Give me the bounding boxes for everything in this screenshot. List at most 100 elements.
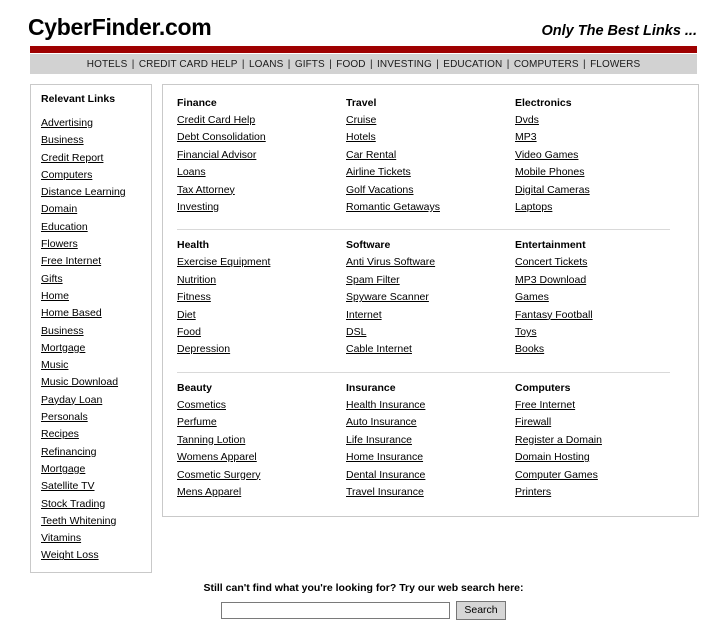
sidebar-item-distance-learning[interactable]: Distance Learning bbox=[41, 186, 126, 198]
category-link-tax-attorney[interactable]: Tax Attorney bbox=[177, 184, 235, 196]
category-link-firewall[interactable]: Firewall bbox=[515, 416, 551, 428]
nav-item-credit-card-help[interactable]: CREDIT CARD HELP bbox=[139, 59, 238, 70]
category-link-loans[interactable]: Loans bbox=[177, 166, 206, 178]
category-link-books[interactable]: Books bbox=[515, 343, 544, 355]
sidebar-item-personals[interactable]: Personals bbox=[41, 411, 88, 423]
nav-item-loans[interactable]: LOANS bbox=[249, 59, 283, 70]
sidebar-item-payday-loan[interactable]: Payday Loan bbox=[41, 394, 102, 406]
category-link-perfume[interactable]: Perfume bbox=[177, 416, 217, 428]
sidebar-item-computers[interactable]: Computers bbox=[41, 169, 92, 181]
category-link-debt-consolidation[interactable]: Debt Consolidation bbox=[177, 131, 266, 143]
category-link-financial-advisor[interactable]: Financial Advisor bbox=[177, 149, 256, 161]
category-link-spam-filter[interactable]: Spam Filter bbox=[346, 274, 400, 286]
category-list-item: Womens Apparel bbox=[177, 448, 336, 465]
category-link-airline-tickets[interactable]: Airline Tickets bbox=[346, 166, 411, 178]
sidebar-item-domain[interactable]: Domain bbox=[41, 203, 77, 215]
sidebar-item-home[interactable]: Home bbox=[41, 290, 69, 302]
sidebar-list-item: Mortgage bbox=[41, 339, 142, 356]
category-link-health-insurance[interactable]: Health Insurance bbox=[346, 399, 425, 411]
category-link-mp3-download[interactable]: MP3 Download bbox=[515, 274, 586, 286]
category-link-cruise[interactable]: Cruise bbox=[346, 114, 376, 126]
category-link-fitness[interactable]: Fitness bbox=[177, 291, 211, 303]
sidebar-item-education[interactable]: Education bbox=[41, 221, 88, 233]
nav-item-flowers[interactable]: FLOWERS bbox=[590, 59, 640, 70]
sidebar-item-recipes[interactable]: Recipes bbox=[41, 428, 79, 440]
category-link-life-insurance[interactable]: Life Insurance bbox=[346, 434, 412, 446]
category-row: Health Exercise Equipment Nutrition Fitness… bbox=[177, 239, 684, 363]
category-link-cosmetics[interactable]: Cosmetics bbox=[177, 399, 226, 411]
category-link-anti-virus-software[interactable]: Anti Virus Software bbox=[346, 256, 435, 268]
sidebar-item-music-download[interactable]: Music Download bbox=[41, 376, 118, 388]
category-link-internet[interactable]: Internet bbox=[346, 309, 382, 321]
category-link-mobile-phones[interactable]: Mobile Phones bbox=[515, 166, 584, 178]
category-link-dvds[interactable]: Dvds bbox=[515, 114, 539, 126]
sidebar-item-mortgage[interactable]: Mortgage bbox=[41, 342, 85, 354]
sidebar-item-music[interactable]: Music bbox=[41, 359, 68, 371]
sidebar-item-refinancing-mortgage[interactable]: Refinancing Mortgage bbox=[41, 446, 96, 475]
category-link-dental-insurance[interactable]: Dental Insurance bbox=[346, 469, 425, 481]
category-link-travel-insurance[interactable]: Travel Insurance bbox=[346, 486, 424, 498]
nav-item-education[interactable]: EDUCATION bbox=[443, 59, 502, 70]
category-link-hotels[interactable]: Hotels bbox=[346, 131, 376, 143]
nav-item-food[interactable]: FOOD bbox=[336, 59, 365, 70]
category-link-laptops[interactable]: Laptops bbox=[515, 201, 552, 213]
sidebar-item-weight-loss[interactable]: Weight Loss bbox=[41, 549, 99, 561]
category-link-womens-apparel[interactable]: Womens Apparel bbox=[177, 451, 257, 463]
nav-item-investing[interactable]: INVESTING bbox=[377, 59, 432, 70]
sidebar-item-gifts[interactable]: Gifts bbox=[41, 273, 63, 285]
category-link-tanning-lotion[interactable]: Tanning Lotion bbox=[177, 434, 245, 446]
nav-item-computers[interactable]: COMPUTERS bbox=[514, 59, 579, 70]
category-link-list: Free Internet Firewall Register a Domain Do… bbox=[515, 396, 674, 500]
category-link-fantasy-football[interactable]: Fantasy Football bbox=[515, 309, 593, 321]
category-link-mp3[interactable]: MP3 bbox=[515, 131, 537, 143]
category-link-register-a-domain[interactable]: Register a Domain bbox=[515, 434, 602, 446]
category-link-digital-cameras[interactable]: Digital Cameras bbox=[515, 184, 590, 196]
nav-item-gifts[interactable]: GIFTS bbox=[295, 59, 325, 70]
category-title: Health bbox=[177, 239, 210, 252]
category-link-auto-insurance[interactable]: Auto Insurance bbox=[346, 416, 417, 428]
category-link-mens-apparel[interactable]: Mens Apparel bbox=[177, 486, 241, 498]
sidebar-item-home-based-business[interactable]: Home Based Business bbox=[41, 307, 102, 336]
category-list-item: Printers bbox=[515, 483, 674, 500]
category-link-domain-hosting[interactable]: Domain Hosting bbox=[515, 451, 590, 463]
category-link-investing[interactable]: Investing bbox=[177, 201, 219, 213]
category-list-item: Diet bbox=[177, 306, 336, 323]
category-link-games[interactable]: Games bbox=[515, 291, 549, 303]
category-link-dsl[interactable]: DSL bbox=[346, 326, 366, 338]
category-link-cable-internet[interactable]: Cable Internet bbox=[346, 343, 412, 355]
category-link-toys[interactable]: Toys bbox=[515, 326, 537, 338]
category-link-nutrition[interactable]: Nutrition bbox=[177, 274, 216, 286]
search-input[interactable] bbox=[221, 601, 451, 619]
category-link-car-rental[interactable]: Car Rental bbox=[346, 149, 396, 161]
nav-separator: | bbox=[433, 58, 442, 70]
category-link-concert-tickets[interactable]: Concert Tickets bbox=[515, 256, 587, 268]
category-link-free-internet[interactable]: Free Internet bbox=[515, 399, 575, 411]
page-body: Relevant Links Advertising Business Credit… bbox=[0, 74, 727, 573]
sidebar-item-flowers[interactable]: Flowers bbox=[41, 238, 78, 250]
category-list-item: Dental Insurance bbox=[346, 466, 505, 483]
sidebar-item-teeth-whitening[interactable]: Teeth Whitening bbox=[41, 515, 116, 527]
category-link-cosmetic-surgery[interactable]: Cosmetic Surgery bbox=[177, 469, 260, 481]
category-link-golf-vacations[interactable]: Golf Vacations bbox=[346, 184, 414, 196]
category-link-printers[interactable]: Printers bbox=[515, 486, 551, 498]
sidebar-item-free-internet[interactable]: Free Internet bbox=[41, 255, 101, 267]
sidebar-item-stock-trading[interactable]: Stock Trading bbox=[41, 498, 105, 510]
category-link-diet[interactable]: Diet bbox=[177, 309, 196, 321]
sidebar-item-satellite-tv[interactable]: Satellite TV bbox=[41, 480, 95, 492]
sidebar-item-business[interactable]: Business bbox=[41, 134, 84, 146]
sidebar-item-advertising[interactable]: Advertising bbox=[41, 117, 93, 129]
category-link-romantic-getaways[interactable]: Romantic Getaways bbox=[346, 201, 440, 213]
nav-item-hotels[interactable]: HOTELS bbox=[87, 59, 128, 70]
category-link-video-games[interactable]: Video Games bbox=[515, 149, 578, 161]
sidebar-list-item: Music bbox=[41, 356, 142, 373]
category-link-credit-card-help[interactable]: Credit Card Help bbox=[177, 114, 255, 126]
category-link-depression[interactable]: Depression bbox=[177, 343, 230, 355]
category-link-exercise-equipment[interactable]: Exercise Equipment bbox=[177, 256, 270, 268]
category-link-home-insurance[interactable]: Home Insurance bbox=[346, 451, 423, 463]
sidebar-item-vitamins[interactable]: Vitamins bbox=[41, 532, 81, 544]
category-link-spyware-scanner[interactable]: Spyware Scanner bbox=[346, 291, 429, 303]
sidebar-item-credit-report[interactable]: Credit Report bbox=[41, 152, 103, 164]
search-button[interactable]: Search bbox=[456, 600, 506, 620]
category-link-food[interactable]: Food bbox=[177, 326, 201, 338]
category-link-computer-games[interactable]: Computer Games bbox=[515, 469, 598, 481]
